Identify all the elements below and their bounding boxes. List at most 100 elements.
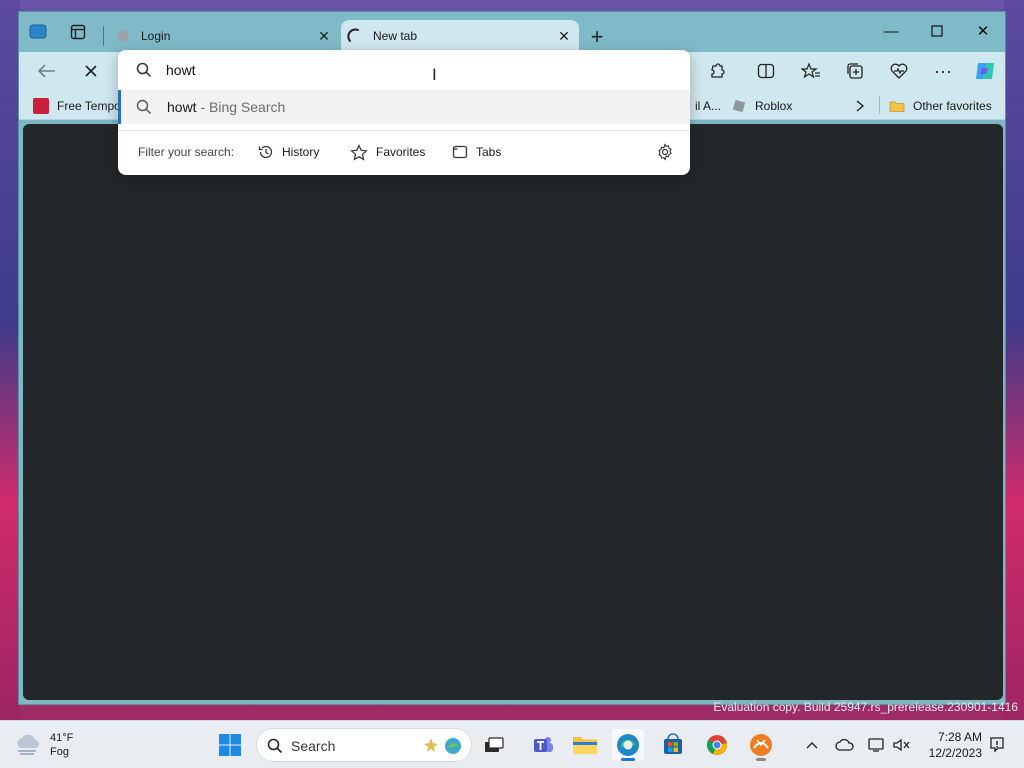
suggestion-query: howt [167,99,197,115]
edge-browser-icon [617,734,639,756]
other-favorites-label: Other favorites [913,99,992,113]
filter-favorites-button[interactable]: Favorites [350,140,425,164]
active-indicator [621,758,635,761]
filter-tabs-button[interactable]: Tabs [452,140,501,164]
search-settings-button[interactable] [656,140,682,164]
system-clock[interactable]: 7:28 AM 12/2/2023 [922,729,982,761]
favorites-icon[interactable] [797,58,825,84]
favorite-favicon-icon [33,98,49,114]
running-indicator [756,758,766,761]
weather-temperature: 41°F [50,732,74,744]
tab-title: Login [141,29,171,43]
folder-icon [573,737,597,754]
other-favorites-folder[interactable]: Other favorites [889,96,992,116]
evaluation-watermark: Evaluation copy. Build 25947.rs_prerelea… [713,700,1018,714]
filter-history-label: History [282,145,320,159]
favorite-label: Free Tempo [57,99,121,113]
workspaces-icon[interactable] [27,21,49,43]
tab-separator [103,26,104,46]
split-screen-icon[interactable] [752,58,780,84]
stop-loading-button[interactable] [77,58,105,84]
star-icon [350,143,368,161]
favorite-label: il A... [695,99,722,113]
chrome-icon [707,735,727,755]
teams-app[interactable] [527,729,559,761]
gear-icon [658,143,672,161]
weather-condition: Fog [50,746,69,758]
page-content [23,124,1003,700]
filter-favorites-label: Favorites [376,145,426,159]
clock-date: 12/2/2023 [928,746,982,760]
extensions-icon[interactable] [703,58,731,84]
tab-title: New tab [373,29,418,43]
favorites-overflow-chevron-icon[interactable] [855,96,865,116]
browser-essentials-icon[interactable] [885,58,913,84]
teams-icon [534,737,553,752]
taskbar-search-box[interactable]: Search [256,728,472,762]
search-icon [136,99,151,114]
pinned-app[interactable] [745,729,777,761]
folder-icon [889,101,905,112]
close-window-button[interactable]: ✕ [961,16,1005,46]
filter-tabs-label: Tabs [476,145,502,159]
weather-widget[interactable]: 41°F Fog [14,727,73,763]
search-icon [136,62,152,78]
edge-app[interactable] [612,729,644,761]
suggestion-text: howt - Bing Search [167,99,285,115]
desktop-wallpaper-right [1004,0,1024,720]
close-tab-icon[interactable]: ✕ [315,27,333,45]
filter-label: Filter your search: [138,145,235,159]
dropdown-divider [118,130,690,131]
network-icon[interactable] [865,733,889,757]
taskbar: 41°F Fog Search 7:28 AM 12/2/2023 [0,720,1024,768]
loading-spinner-icon [347,28,359,42]
roblox-favicon-icon [732,99,746,113]
copilot-icon[interactable] [971,58,999,84]
show-hidden-icons-chevron-icon[interactable] [800,733,824,757]
address-bar-row: I [118,50,690,88]
windows-logo-icon [219,734,241,756]
tabs-icon [452,145,468,159]
more-options-icon[interactable]: ··· [929,58,957,84]
chrome-app[interactable] [701,729,733,761]
minimize-button[interactable]: — [869,16,913,46]
new-tab-button[interactable]: + [585,24,609,49]
back-button[interactable] [33,58,61,84]
favorite-item[interactable]: Free Tempo [33,96,121,116]
task-view-icon [485,737,504,752]
search-icon [267,738,283,754]
app-icon [750,734,772,756]
fog-cloud-icon [17,734,39,755]
search-filter-row: Filter your search: History Favorites Ta… [118,134,690,170]
notifications-icon[interactable] [985,733,1009,757]
history-icon [258,145,273,159]
desktop-wallpaper-left [0,0,20,720]
suggestion-source: - Bing Search [196,99,286,115]
favorite-label: Roblox [755,99,793,113]
address-bar-dropdown: I howt - Bing Search Filter your search:… [118,50,690,175]
tab-login[interactable]: Login ✕ [109,20,339,52]
maximize-button[interactable] [915,16,959,46]
task-view-button[interactable] [478,729,510,761]
start-button[interactable] [214,729,246,761]
microsoft-store-app[interactable] [657,729,689,761]
search-highlight-icon [424,738,461,754]
close-tab-icon[interactable]: ✕ [555,27,573,45]
collections-icon[interactable] [841,58,869,84]
text-cursor-icon: I [432,65,437,84]
store-icon [664,733,682,754]
title-bar: Login ✕ New tab ✕ + — ✕ [19,12,1005,52]
address-bar-input[interactable] [166,60,646,80]
favorite-item[interactable]: il A... [695,96,721,116]
filter-history-button[interactable]: History [258,140,319,164]
file-explorer-app[interactable] [569,729,601,761]
onedrive-cloud-icon[interactable] [833,733,857,757]
tab-new-tab[interactable]: New tab ✕ [341,20,579,52]
search-suggestion[interactable]: howt - Bing Search [118,90,690,124]
tab-actions-icon[interactable] [67,21,89,43]
volume-muted-icon[interactable] [890,733,914,757]
taskbar-search-label: Search [291,738,336,754]
clock-time: 7:28 AM [937,730,982,744]
favorites-separator [879,96,880,114]
favorite-item-roblox[interactable]: Roblox [731,96,792,116]
